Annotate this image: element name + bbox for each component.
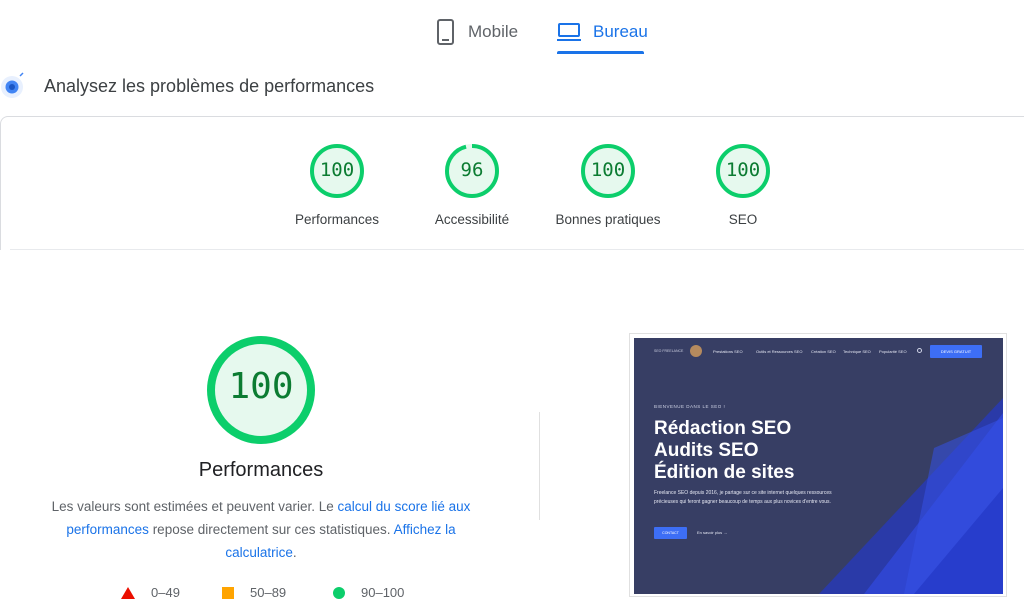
screenshot-kicker: BIENVENUE DANS LE SEO ! [654, 404, 726, 409]
screenshot-paragraph: Freelance SEO depuis 2016, je partage su… [654, 490, 832, 505]
screenshot-nav-item: Outils et Ressources SEO [756, 349, 803, 354]
legend-average-label: 50–89 [250, 585, 287, 600]
gauge-label: Performances [294, 212, 380, 227]
score-legend: 0–49 50–89 90–100 [0, 585, 540, 605]
desc-text: Les valeurs sont estimées et peuvent var… [51, 499, 338, 514]
desc-text: . [292, 545, 297, 560]
screenshot-headline: Rédaction SEO [654, 418, 792, 439]
gauge-seo[interactable]: 100 SEO [673, 143, 813, 227]
gauge-accessibility[interactable]: 96 Accessibilité [402, 143, 542, 227]
screenshot-nav-item: Popularité SEO [879, 349, 907, 354]
gauge-score: 100 [590, 159, 626, 181]
legend-fail-label: 0–49 [151, 585, 180, 600]
circle-icon [333, 586, 345, 599]
page-screenshot: SEO FREELANCE Prestations SEO Outils et … [634, 338, 1003, 594]
search-icon [917, 348, 922, 353]
screenshot-navbar: SEO FREELANCE Prestations SEO Outils et … [634, 338, 1003, 364]
screenshot-contact-button: CONTACT [654, 527, 687, 539]
gauge-score: 96 [460, 159, 484, 181]
performance-title: Performances [198, 459, 324, 481]
vertical-divider [539, 412, 540, 520]
gauge-score: 100 [319, 159, 355, 181]
tab-mobile-label: Mobile [468, 22, 519, 41]
performance-description: Les valeurs sont estimées et peuvent var… [40, 495, 482, 564]
tab-mobile[interactable]: Mobile [436, 10, 518, 54]
screenshot-more-link: En savoir plus → [697, 530, 728, 535]
avatar [690, 345, 702, 357]
card-divider [10, 249, 1024, 250]
device-tabs: Mobile Bureau [0, 0, 1024, 60]
gauge-label: Bonnes pratiques [555, 212, 661, 227]
triangle-icon [121, 586, 135, 599]
gauge-label: SEO [728, 212, 758, 227]
tab-desktop[interactable]: Bureau [557, 10, 648, 54]
legend-pass: 90–100 [333, 585, 404, 600]
smartphone-icon [437, 19, 454, 45]
gauge-best-practices[interactable]: 100 Bonnes pratiques [538, 143, 678, 227]
screenshot-headline: Édition de sites [654, 462, 795, 483]
performance-analysis-icon [1, 72, 24, 98]
screenshot-logo-text: SEO FREELANCE [654, 349, 684, 353]
desc-text: repose directement sur ces statistiques. [148, 522, 394, 537]
gauge-label: Accessibilité [434, 212, 510, 227]
screenshot-headline: Audits SEO [654, 440, 759, 461]
active-tab-indicator [557, 51, 644, 54]
gauge-performance[interactable]: 100 Performances [267, 143, 407, 227]
legend-average: 50–89 [222, 585, 286, 600]
screenshot-cta-button: DEVIS GRATUIT [930, 345, 982, 358]
screenshot-nav-item: Technique SEO [843, 349, 871, 354]
section-title: Analysez les problèmes de performances [44, 76, 375, 96]
legend-pass-label: 90–100 [361, 585, 405, 600]
legend-fail: 0–49 [121, 585, 180, 600]
performance-score: 100 [228, 366, 294, 407]
square-icon [222, 586, 234, 599]
screenshot-nav-item: Prestations SEO [713, 349, 743, 354]
gauge-score: 100 [725, 159, 761, 181]
screenshot-nav-item: Création SEO [811, 349, 836, 354]
laptop-icon [557, 23, 581, 41]
tab-desktop-label: Bureau [593, 22, 648, 41]
